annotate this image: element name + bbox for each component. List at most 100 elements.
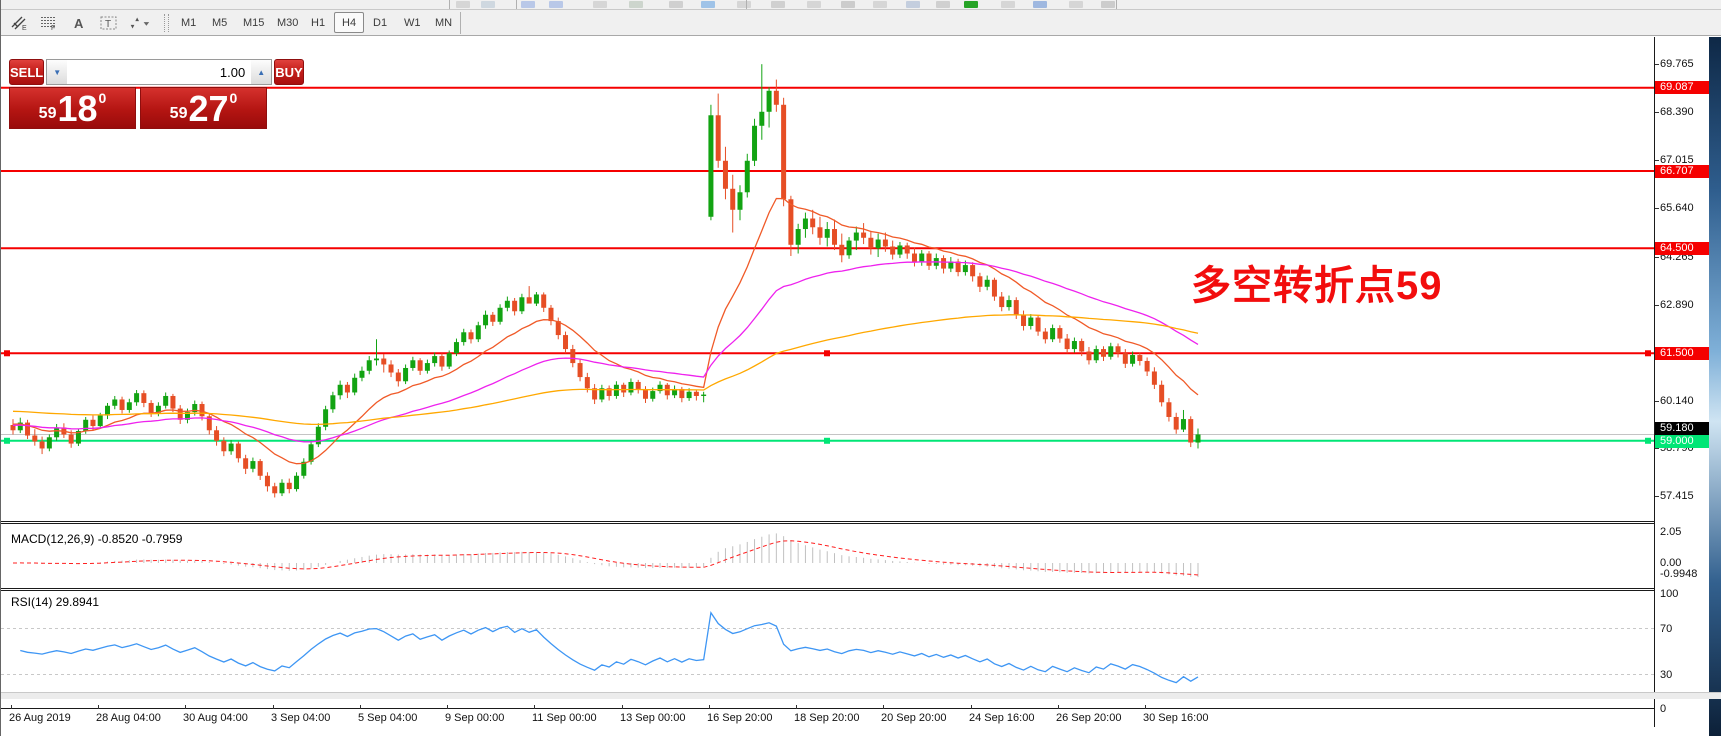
bid-price-badge: 59.180 [1655, 422, 1709, 435]
line-handle[interactable] [1645, 350, 1651, 356]
candle [272, 486, 277, 493]
candle [1086, 352, 1091, 361]
time-label: 28 Aug 04:00 [96, 712, 161, 724]
timeframe-h4[interactable]: H4 [334, 12, 364, 33]
clipped-toolbar-icon[interactable] [873, 1, 887, 8]
clipped-toolbar-icon[interactable] [593, 1, 607, 8]
candle [352, 378, 357, 393]
candle [243, 458, 248, 469]
candle [774, 91, 779, 105]
text-label-icon[interactable]: T [97, 12, 121, 34]
candle [425, 363, 430, 371]
clipped-toolbar-icon[interactable] [701, 1, 715, 8]
price-axis[interactable]: 69.76568.39067.01565.64064.26562.89060.1… [1654, 37, 1709, 727]
candle [1159, 385, 1164, 403]
axis-tick [1655, 112, 1659, 113]
time-tick [185, 705, 186, 709]
time-tick [534, 705, 535, 709]
candle [621, 385, 626, 393]
clipped-toolbar-icon[interactable] [669, 1, 683, 8]
clipped-toolbar-icon[interactable] [1069, 1, 1083, 8]
candle [359, 371, 364, 378]
time-label: 30 Sep 16:00 [1143, 712, 1208, 724]
candle [112, 399, 117, 405]
candle [214, 430, 219, 441]
toolbar-grip[interactable] [164, 14, 169, 32]
bid-price-display[interactable]: 59 18 0 [9, 87, 136, 129]
time-tick [98, 705, 99, 709]
arrows-icon[interactable] [127, 12, 151, 34]
candle [716, 115, 721, 160]
candle [1094, 349, 1099, 360]
clipped-toolbar-icon[interactable] [807, 1, 821, 8]
clipped-toolbar-icon[interactable] [906, 1, 920, 8]
timeframe-h1[interactable]: H1 [303, 12, 333, 33]
toolbar-separator [746, 0, 747, 10]
clipped-toolbar-icon[interactable] [737, 1, 751, 8]
clipped-toolbar-icon[interactable] [964, 1, 978, 8]
candle [985, 280, 990, 287]
ask-price-display[interactable]: 59 27 0 [140, 87, 267, 129]
line-handle[interactable] [824, 438, 830, 444]
clipped-toolbar-icon[interactable] [936, 1, 950, 8]
sell-button[interactable]: SELL [9, 59, 44, 85]
volume-input[interactable] [67, 60, 251, 84]
timeframe-m5[interactable]: M5 [204, 12, 235, 33]
candle [454, 342, 459, 353]
candle [1116, 346, 1121, 353]
line-handle[interactable] [4, 350, 10, 356]
clipped-toolbar-icon[interactable] [629, 1, 643, 8]
candle [294, 476, 299, 489]
time-label: 11 Sep 00:00 [532, 712, 597, 724]
candle [447, 353, 452, 366]
pane-splitter[interactable] [1, 588, 1709, 589]
time-tick [796, 705, 797, 709]
fibonacci-icon[interactable]: F [37, 12, 61, 34]
macd-label: MACD(12,26,9) -0.8520 -0.7959 [11, 532, 182, 546]
rsi-pane[interactable] [1, 591, 1654, 708]
equidistant-channel-icon[interactable]: E [7, 12, 31, 34]
ma-slow-gold [13, 315, 1198, 425]
volume-decrease-button[interactable]: ▼ [47, 60, 67, 84]
time-label: 3 Sep 04:00 [271, 712, 330, 724]
volume-increase-button[interactable]: ▲ [251, 60, 271, 84]
text-icon[interactable]: A [67, 12, 91, 34]
clipped-toolbar-icon[interactable] [521, 1, 535, 8]
candle [919, 254, 924, 262]
time-label: 9 Sep 00:00 [445, 712, 504, 724]
candle [170, 396, 175, 409]
candle [781, 105, 786, 199]
clipped-toolbar-icon[interactable] [481, 1, 495, 8]
clipped-toolbar-icon[interactable] [549, 1, 563, 8]
timeframe-m15[interactable]: M15 [235, 12, 272, 33]
line-handle[interactable] [4, 438, 10, 444]
clipped-toolbar-icon[interactable] [771, 1, 785, 8]
timeframe-m1[interactable]: M1 [173, 12, 204, 33]
axis-tick-label: 60.140 [1660, 395, 1694, 407]
clipped-toolbar-row [1, 0, 1721, 10]
timeframe-m30[interactable]: M30 [269, 12, 306, 33]
clipped-toolbar-icon[interactable] [1101, 1, 1115, 8]
macd-pane[interactable] [1, 524, 1654, 588]
rsi-scale-label: 30 [1660, 669, 1672, 681]
time-label: 5 Sep 04:00 [358, 712, 417, 724]
line-handle[interactable] [824, 350, 830, 356]
buy-button[interactable]: BUY [274, 59, 303, 85]
pane-splitter[interactable] [1, 521, 1709, 522]
level-price-badge: 64.500 [1655, 242, 1709, 255]
candle [490, 315, 495, 322]
clipped-toolbar-icon[interactable] [1001, 1, 1015, 8]
line-handle[interactable] [1645, 438, 1651, 444]
timeframe-d1[interactable]: D1 [365, 12, 395, 33]
candle [854, 233, 859, 241]
timeframe-w1[interactable]: W1 [396, 12, 429, 33]
candle [767, 91, 772, 112]
candle [47, 437, 52, 448]
clipped-toolbar-icon[interactable] [456, 1, 470, 8]
candle [534, 294, 539, 303]
candle [817, 227, 822, 238]
clipped-toolbar-icon[interactable] [1033, 1, 1047, 8]
timeframe-mn[interactable]: MN [427, 12, 460, 33]
time-tick [1145, 705, 1146, 709]
clipped-toolbar-icon[interactable] [841, 1, 855, 8]
